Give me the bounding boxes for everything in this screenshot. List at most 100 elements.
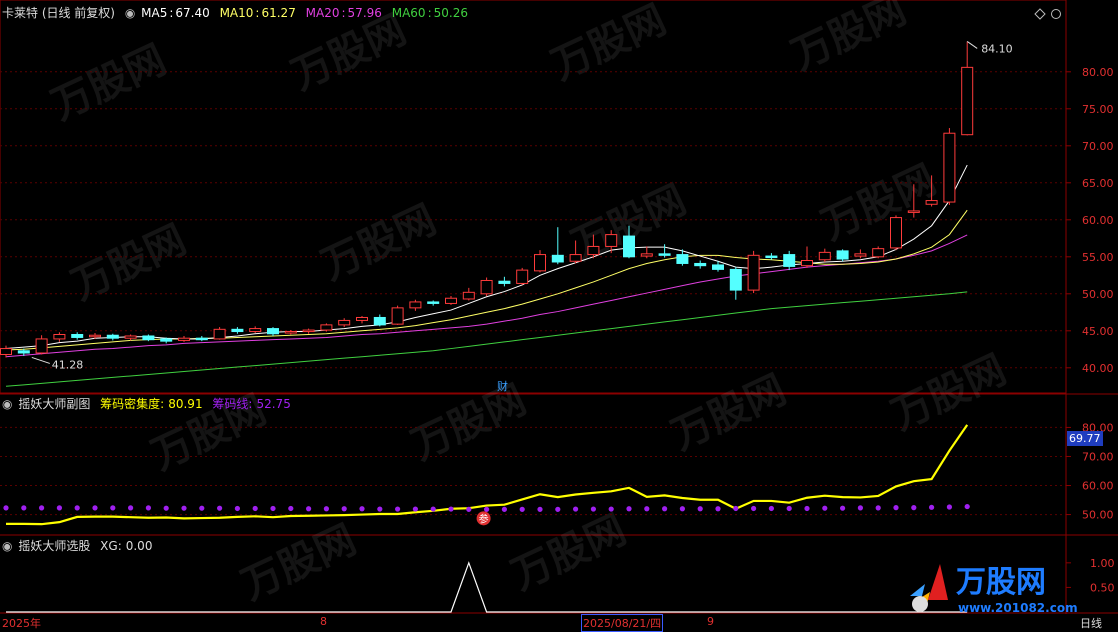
settings-icon[interactable]: ◉ xyxy=(125,6,135,20)
candle xyxy=(729,267,742,300)
x-label-year: 2025年 xyxy=(2,617,41,630)
candle-body xyxy=(35,338,48,354)
candle-body xyxy=(712,264,724,270)
chip-line-dot xyxy=(288,505,294,512)
chip-line-dot xyxy=(786,505,792,512)
chip-line-dot xyxy=(56,505,63,511)
candle-body xyxy=(854,253,867,257)
site-logo: 万股网 www.201082.com xyxy=(900,556,1100,616)
candle xyxy=(872,246,885,259)
candle-body xyxy=(160,338,173,342)
candle-body xyxy=(605,234,618,247)
chip-line-dot xyxy=(217,505,223,511)
chip-line-dot xyxy=(911,505,917,511)
candle xyxy=(783,250,796,271)
candle-body xyxy=(302,329,315,333)
high-label: 84.10 xyxy=(981,42,1013,55)
candle-body xyxy=(623,235,635,258)
ma60-value: 50.26 xyxy=(433,6,468,20)
main-header: 卡莱特 (日线 前复权) ◉ MA5:67.40 MA10:61.27 MA20… xyxy=(2,6,468,20)
x-label-sep: 9 xyxy=(707,615,714,628)
chip-line-dot xyxy=(626,506,632,512)
chip-line-dot xyxy=(929,504,935,510)
candle-body xyxy=(516,269,529,284)
high-pointer xyxy=(966,41,978,49)
candle xyxy=(694,260,707,269)
candle-body xyxy=(551,254,564,263)
indicator-tick-label: 50.00 xyxy=(1082,509,1114,522)
indicator-header: ◉ 摇妖大师副图 筹码密集度: 80.91 筹码线: 52.75 xyxy=(2,397,291,411)
chip-line-dot xyxy=(608,506,614,512)
chip-line-dot xyxy=(555,506,561,512)
price-tick-label: 65.00 xyxy=(1082,177,1114,190)
candle-body xyxy=(0,348,12,355)
candle xyxy=(498,276,511,287)
watermark-text: 万股网 xyxy=(235,517,363,609)
logo-url: www.201082.com xyxy=(958,601,1078,615)
chip-line-dot xyxy=(359,506,365,512)
watermark-text: 万股网 xyxy=(665,367,793,459)
candle xyxy=(142,334,155,342)
candle xyxy=(267,327,279,336)
ma20-value: 57.96 xyxy=(347,6,382,20)
ma5-name: MA5 xyxy=(141,6,168,20)
candle xyxy=(890,215,902,251)
chip-line-dot xyxy=(252,505,258,512)
chip-line-dot xyxy=(644,506,650,512)
watermark-text: 万股网 xyxy=(45,37,173,129)
xg-value: 0.00 xyxy=(125,539,153,553)
price-tick-label: 50.00 xyxy=(1082,288,1114,301)
candle-body xyxy=(142,335,155,341)
candle-body xyxy=(498,280,511,284)
chip-line-dot xyxy=(875,505,881,511)
candle-body xyxy=(765,255,778,259)
chip-line-dot xyxy=(448,506,454,512)
candle-body xyxy=(961,66,974,136)
chip-line-dot xyxy=(3,505,9,511)
candle xyxy=(462,287,475,301)
candle-body xyxy=(373,316,386,326)
candle xyxy=(213,327,226,340)
candle xyxy=(124,334,137,341)
circle-icon[interactable] xyxy=(1051,9,1061,19)
candle-body xyxy=(409,301,422,309)
price-tick-label: 75.00 xyxy=(1082,103,1114,116)
watermark-text: 万股网 xyxy=(315,197,443,289)
x-label-aug: 8 xyxy=(320,615,327,628)
candle-body xyxy=(872,248,885,258)
chip-line-dot xyxy=(181,505,187,511)
indicator-toggle-icon[interactable]: ◉ xyxy=(2,397,12,411)
period-label[interactable]: 日线 xyxy=(1080,615,1102,631)
xg-toggle-icon[interactable]: ◉ xyxy=(2,539,12,553)
chip-line-dot xyxy=(21,505,27,511)
diamond-icon[interactable] xyxy=(1034,8,1046,20)
signal-badge-label: 参 xyxy=(479,512,489,525)
price-tick-label: 40.00 xyxy=(1082,362,1114,375)
candle-body xyxy=(676,254,689,264)
low-label: 41.28 xyxy=(52,358,84,371)
candle xyxy=(427,300,440,306)
chip-line-dot xyxy=(537,506,543,512)
chip-line-dot xyxy=(501,506,507,512)
candle xyxy=(302,328,315,334)
candle-body xyxy=(71,334,84,338)
candle-body xyxy=(818,251,831,261)
chip-line-dot xyxy=(395,506,401,512)
watermark-text: 万股网 xyxy=(785,0,913,79)
candle-body xyxy=(658,253,671,256)
candle xyxy=(231,327,244,334)
chip-line-dot xyxy=(519,506,525,512)
candle xyxy=(818,248,831,262)
density-name: 筹码密集度 xyxy=(100,397,161,411)
candle-body xyxy=(427,301,440,304)
chipline-value: 52.75 xyxy=(256,397,291,411)
candle-body xyxy=(338,319,351,326)
watermark-text: 万股网 xyxy=(65,217,193,309)
candle xyxy=(320,323,333,332)
candle-body xyxy=(445,297,457,304)
indicator-title: 摇妖大师副图 xyxy=(18,397,91,411)
candle xyxy=(943,128,956,205)
candle-body xyxy=(640,253,653,257)
x-label-cursor-date: 2025/08/21/四 xyxy=(581,614,664,632)
chip-line-dot xyxy=(163,505,169,511)
